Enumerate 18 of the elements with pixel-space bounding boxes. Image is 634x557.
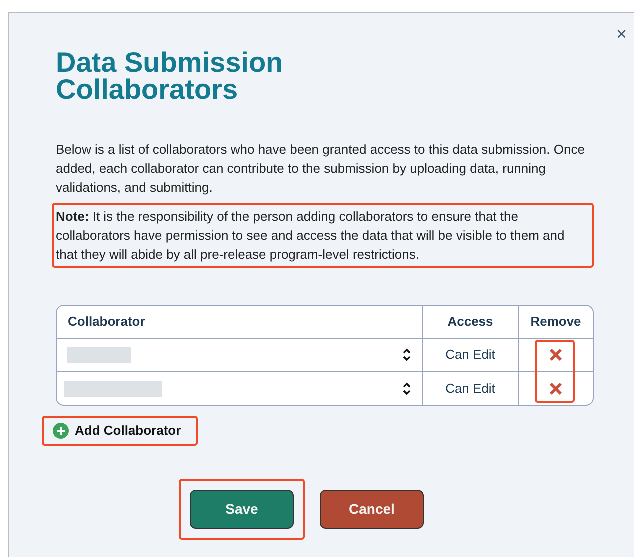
column-header: Access <box>422 306 518 338</box>
remove-button[interactable] <box>547 346 565 364</box>
close-button[interactable]: × <box>616 25 627 43</box>
column-header: Remove <box>518 306 593 338</box>
add-collaborator-button[interactable]: Add Collaborator <box>42 421 182 441</box>
dialog-title: Data Submission Collaborators <box>56 49 284 103</box>
access-cell: Can Edit <box>422 339 518 371</box>
save-button[interactable]: Save <box>190 490 294 529</box>
cancel-button[interactable]: Cancel <box>320 490 424 529</box>
close-icon <box>549 348 563 362</box>
chevron-up-down-icon <box>402 347 412 363</box>
chevron-up-down-icon <box>402 380 412 396</box>
close-icon <box>549 382 563 396</box>
access-cell: Can Edit <box>422 372 518 405</box>
note: Note: It is the responsibility of the person adding collaborators to ensure that the collaborators have permission to see and access the data that will be visible to them and that they will abide by all pre-release program-level restrictions. <box>55 208 566 264</box>
column-header: Collaborator <box>67 313 146 332</box>
description: Below is a list of collaborators who have been granted access to this data submission. Once added, each collaborator can contribute to the submission by uploading data, running validations, and submitting. <box>56 141 586 197</box>
plus-circle-icon <box>53 423 69 439</box>
